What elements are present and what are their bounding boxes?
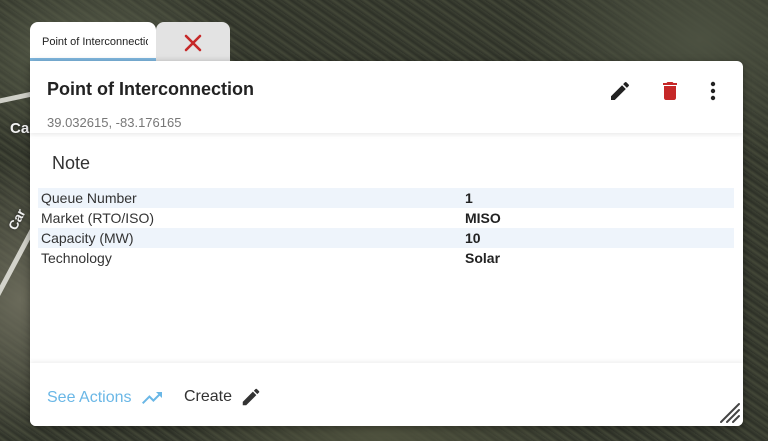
property-value: Solar [465,250,501,266]
tab-point-of-interconnection[interactable]: Point of Interconnection [30,22,156,61]
table-row: Capacity (MW) 10 [38,228,734,248]
create-pencil-icon [242,388,260,406]
see-actions-label: See Actions [47,389,132,406]
popup-header: Point of Interconnection 39.032615, -83.… [30,61,743,133]
note-heading: Note [52,153,91,173]
close-tab-button[interactable] [156,22,230,61]
delete-icon[interactable] [658,79,682,103]
edit-icon[interactable] [608,79,632,103]
property-value: MISO [465,210,501,226]
close-icon [184,34,202,52]
table-row: Market (RTO/ISO) MISO [38,208,734,228]
see-actions-button[interactable]: See Actions [47,386,164,410]
property-value: 1 [465,188,734,208]
table-row: Queue Number 1 [38,188,734,208]
property-key: Queue Number [38,188,465,208]
coordinates-text: 39.032615, -83.176165 [47,115,182,130]
tab-label: Point of Interconnection [42,36,148,48]
popup-title: Point of Interconnection [47,79,254,99]
resize-handle-icon[interactable] [715,398,741,424]
property-key: Capacity (MW) [38,228,465,248]
property-key: Market (RTO/ISO) [41,210,155,226]
properties-table: Queue Number 1 Market (RTO/ISO) MISO Cap… [38,188,734,268]
more-vert-icon[interactable] [701,79,725,103]
property-value: 10 [465,228,734,248]
popup-footer: See Actions Create [30,363,743,426]
feature-popup: Point of Interconnection 39.032615, -83.… [30,61,743,426]
map-label: Ca [10,120,30,137]
property-key: Technology [41,250,112,266]
create-button[interactable]: Create [184,386,262,408]
table-row: Technology Solar [38,248,734,268]
create-label: Create [184,388,233,405]
trending-up-icon [141,392,162,404]
